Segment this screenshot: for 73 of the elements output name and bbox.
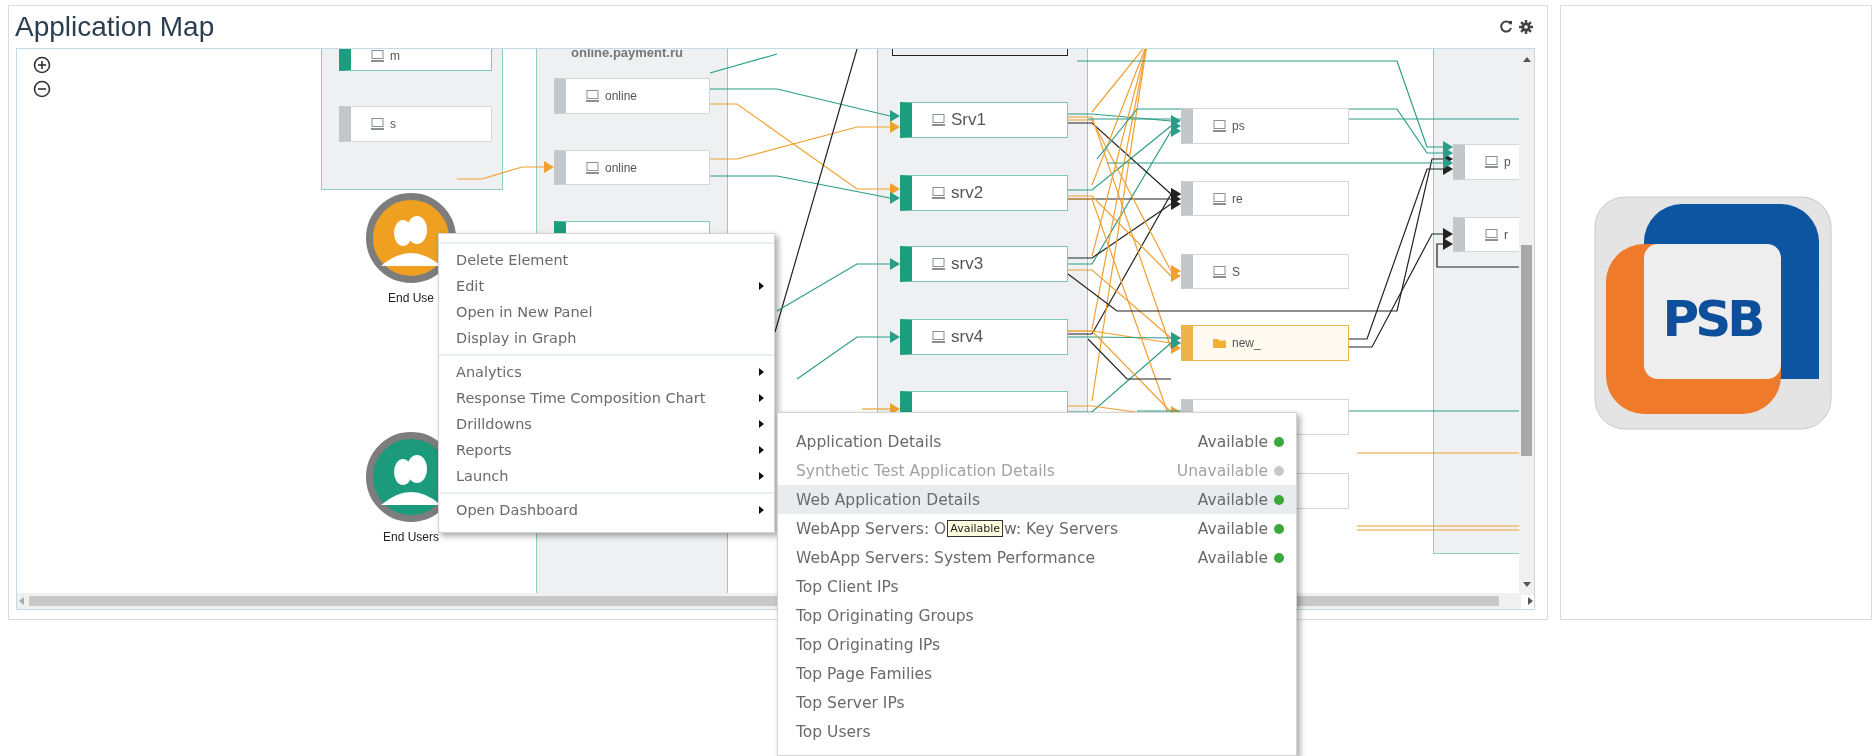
status-text: Available xyxy=(1197,519,1268,538)
server-node[interactable]: s xyxy=(339,106,492,142)
monitor-icon xyxy=(932,258,945,270)
connector-arrow xyxy=(861,403,900,415)
server-node[interactable]: r xyxy=(1453,217,1521,252)
zoom-out-icon[interactable] xyxy=(33,80,51,98)
node-label: End Users xyxy=(383,530,439,544)
menu-item[interactable]: Delete Element xyxy=(439,247,774,273)
monitor-icon xyxy=(1485,156,1498,168)
server-node[interactable]: Srv1 xyxy=(900,102,1068,138)
menu-item[interactable]: Launch xyxy=(439,463,774,489)
available-icon xyxy=(1274,523,1284,534)
bank-logo: PSB xyxy=(1594,196,1832,429)
panel-title: Application Map xyxy=(15,11,216,43)
submenu-item[interactable]: WebApp Servers: System Performance Available xyxy=(778,543,1296,572)
status-text: Unavailable xyxy=(1176,461,1268,480)
monitor-icon xyxy=(932,331,945,343)
scrollbar-thumb[interactable] xyxy=(1521,245,1532,456)
menu-item[interactable]: Response Time Composition Chart xyxy=(439,385,774,411)
menu-item[interactable]: Edit xyxy=(439,273,774,299)
server-node[interactable]: srv3 xyxy=(900,246,1068,282)
submenu-item[interactable]: Top Users xyxy=(778,717,1296,746)
monitor-icon xyxy=(1213,120,1226,132)
monitor-icon xyxy=(1485,228,1498,241)
server-node[interactable]: re xyxy=(1181,181,1349,216)
monitor-icon xyxy=(1213,192,1226,205)
refresh-icon[interactable] xyxy=(1499,20,1513,34)
server-node[interactable]: m xyxy=(339,49,492,71)
status-text: Available xyxy=(1197,490,1268,509)
available-icon xyxy=(1274,552,1284,563)
folder-icon xyxy=(1213,337,1226,349)
submenu-item[interactable]: Application Details Available xyxy=(778,427,1296,456)
server-node[interactable]: srv2 xyxy=(900,175,1068,211)
settings-icon[interactable] xyxy=(1519,20,1533,34)
vertical-scrollbar[interactable] xyxy=(1519,49,1534,595)
menu-item[interactable]: Open in New Panel xyxy=(439,299,774,325)
server-node[interactable]: srv4 xyxy=(900,319,1068,355)
submenu-item[interactable]: WebApp Servers: O Available w: Key Servers Available xyxy=(778,514,1296,543)
monitor-icon xyxy=(586,90,599,102)
menu-item[interactable]: Drilldowns xyxy=(439,411,774,437)
monitor-icon xyxy=(1213,265,1226,278)
monitor-icon xyxy=(371,50,384,62)
server-node[interactable]: p xyxy=(1453,144,1521,180)
menu-item[interactable]: Open Dashboard xyxy=(439,497,774,523)
server-node[interactable]: S xyxy=(1181,254,1349,289)
available-icon xyxy=(1274,494,1284,505)
scroll-up-icon[interactable] xyxy=(1523,57,1531,62)
monitor-icon xyxy=(932,114,945,126)
menu-item[interactable]: Reports xyxy=(439,437,774,463)
unavailable-icon xyxy=(1274,465,1284,476)
server-node[interactable]: online xyxy=(554,78,710,114)
node-label: End Use xyxy=(388,291,434,305)
available-icon xyxy=(1274,436,1284,447)
server-node[interactable]: online xyxy=(554,150,710,185)
menu-item[interactable]: Display in Graph xyxy=(439,325,774,351)
monitor-icon xyxy=(371,118,384,130)
submenu-item[interactable]: Top Page Families xyxy=(778,659,1296,688)
submenu-item[interactable]: Top Client IPs xyxy=(778,572,1296,601)
monitor-icon xyxy=(932,187,945,199)
tooltip: Available xyxy=(947,520,1004,537)
submenu-item[interactable]: Top Originating Groups xyxy=(778,601,1296,630)
server-node[interactable]: new_ xyxy=(1181,325,1349,361)
server-node[interactable]: ps xyxy=(1181,108,1349,144)
submenu-item[interactable]: Web Application Details Available xyxy=(778,485,1296,514)
scroll-right-icon[interactable] xyxy=(1528,597,1533,605)
status-text: Available xyxy=(1197,548,1268,567)
submenu-item[interactable]: Top Server IPs xyxy=(778,688,1296,717)
zoom-in-icon[interactable] xyxy=(33,56,51,74)
scroll-down-icon[interactable] xyxy=(1523,582,1531,587)
menu-item[interactable]: Analytics xyxy=(439,359,774,385)
monitor-icon xyxy=(586,161,599,174)
submenu-item[interactable]: Top Originating IPs xyxy=(778,630,1296,659)
status-text: Available xyxy=(1197,432,1268,451)
